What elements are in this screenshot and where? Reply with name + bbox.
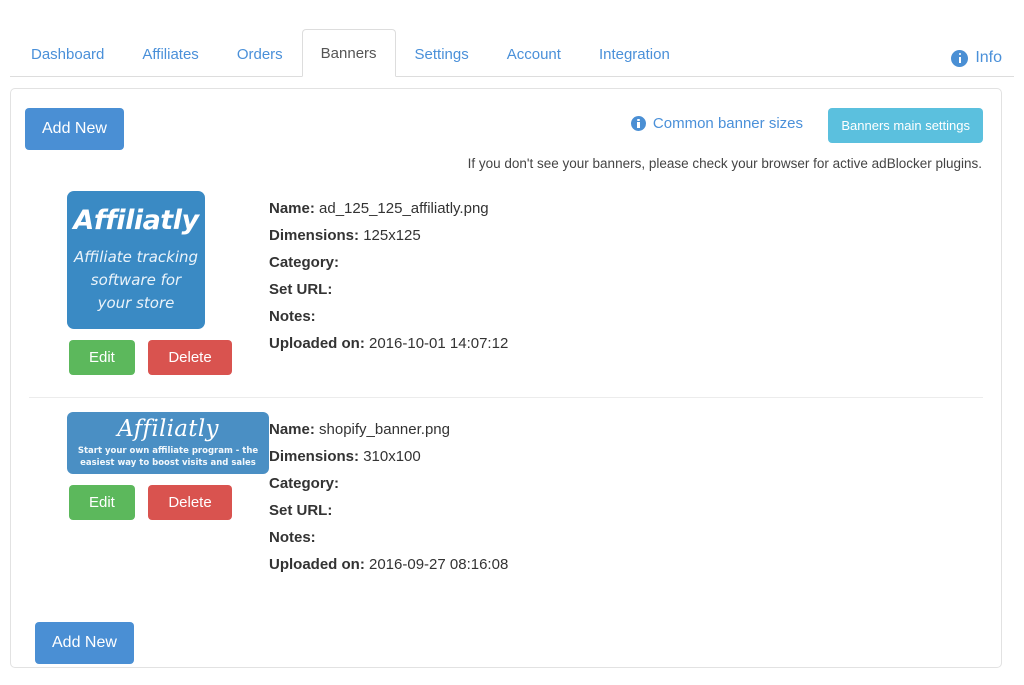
field-notes: Notes: — [269, 303, 508, 330]
common-banner-sizes-link[interactable]: Common banner sizes — [630, 115, 803, 132]
banner-row: Affiliatly Start your own affiliate prog… — [29, 397, 983, 600]
tab-banners[interactable]: Banners — [301, 29, 396, 77]
banner-tagline-line1: Affiliate tracking — [73, 248, 199, 266]
tab-list: Dashboard Affiliates Orders Banners Sett… — [12, 0, 689, 77]
banner-details: Name: shopify_banner.png Dimensions: 310… — [269, 412, 508, 578]
field-name: Name: shopify_banner.png — [269, 416, 508, 443]
field-notes: Notes: — [269, 524, 508, 551]
info-link-group[interactable]: Info — [951, 49, 1002, 67]
field-uploaded-on-label: Uploaded on: — [269, 556, 365, 573]
banner-logo-text: Affiliatly — [73, 205, 199, 236]
field-uploaded-on-label: Uploaded on: — [269, 335, 365, 352]
tab-affiliates[interactable]: Affiliates — [123, 34, 217, 77]
field-dimensions-label: Dimensions: — [269, 227, 360, 244]
banners-main-settings-button[interactable]: Banners main settings — [828, 108, 983, 143]
field-set-url: Set URL: — [269, 276, 508, 303]
tab-integration[interactable]: Integration — [580, 34, 689, 77]
banner-list: Affiliatly Affiliate tracking software f… — [11, 177, 1001, 600]
field-category-label: Category: — [269, 475, 340, 492]
banner-preview-cell: Affiliatly Affiliate tracking software f… — [29, 191, 269, 375]
field-dimensions-value: 125x125 — [363, 227, 421, 244]
field-dimensions-value: 310x100 — [363, 448, 421, 465]
banner-tagline-line3: your store — [97, 294, 175, 312]
banner-details: Name: ad_125_125_affiliatly.png Dimensio… — [269, 191, 508, 357]
banner-logo-text: Affiliatly — [117, 416, 219, 442]
tab-account[interactable]: Account — [488, 34, 580, 77]
field-uploaded-on: Uploaded on: 2016-10-01 14:07:12 — [269, 330, 508, 357]
field-category: Category: — [269, 249, 508, 276]
edit-button[interactable]: Edit — [69, 485, 135, 520]
banners-panel: Add New Common banner sizes Banners main… — [10, 88, 1002, 668]
field-name-label: Name: — [269, 421, 315, 438]
tab-settings[interactable]: Settings — [396, 34, 488, 77]
field-category: Category: — [269, 470, 508, 497]
banners-footer: Add New — [11, 600, 1001, 664]
info-link-label[interactable]: Info — [975, 49, 1002, 67]
info-circle-icon — [951, 49, 969, 67]
field-dimensions: Dimensions: 125x125 — [269, 222, 508, 249]
field-category-label: Category: — [269, 254, 340, 271]
field-uploaded-on: Uploaded on: 2016-09-27 08:16:08 — [269, 551, 508, 578]
banner-actions: Edit Delete — [67, 340, 269, 375]
field-dimensions-label: Dimensions: — [269, 448, 360, 465]
banner-row: Affiliatly Affiliate tracking software f… — [29, 177, 983, 397]
field-set-url-label: Set URL: — [269, 281, 333, 298]
field-set-url-label: Set URL: — [269, 502, 333, 519]
add-new-button-top[interactable]: Add New — [25, 108, 124, 150]
main-tab-bar: Dashboard Affiliates Orders Banners Sett… — [0, 0, 1024, 77]
field-name-value: shopify_banner.png — [319, 421, 450, 438]
adblock-warning-text: If you don't see your banners, please ch… — [467, 156, 982, 171]
field-notes-label: Notes: — [269, 529, 316, 546]
banner-preview-cell: Affiliatly Start your own affiliate prog… — [29, 412, 269, 520]
delete-button[interactable]: Delete — [148, 340, 232, 375]
field-notes-label: Notes: — [269, 308, 316, 325]
field-name: Name: ad_125_125_affiliatly.png — [269, 195, 508, 222]
banner-image-310x100: Affiliatly Start your own affiliate prog… — [67, 412, 269, 474]
tab-orders[interactable]: Orders — [218, 34, 302, 77]
field-uploaded-on-value: 2016-09-27 08:16:08 — [369, 556, 509, 573]
delete-button[interactable]: Delete — [148, 485, 232, 520]
banner-image-125x125: Affiliatly Affiliate tracking software f… — [67, 191, 205, 329]
banner-tagline-line2: software for — [90, 271, 182, 289]
banner-tagline-line2: easiest way to boost visits and sales — [80, 458, 256, 468]
field-name-label: Name: — [269, 200, 315, 217]
tab-dashboard[interactable]: Dashboard — [12, 34, 123, 77]
banner-tagline: Affiliate tracking software for your sto… — [74, 246, 198, 315]
common-banner-sizes-label[interactable]: Common banner sizes — [653, 115, 803, 132]
field-set-url: Set URL: — [269, 497, 508, 524]
banner-tagline-line1: Start your own affiliate program - the — [77, 446, 259, 456]
banner-tagline: Start your own affiliate program - the e… — [78, 445, 258, 469]
info-circle-icon — [630, 116, 646, 131]
add-new-button-bottom[interactable]: Add New — [35, 622, 134, 664]
banners-toolbar: Add New Common banner sizes Banners main… — [11, 89, 1001, 177]
edit-button[interactable]: Edit — [69, 340, 135, 375]
banner-actions: Edit Delete — [67, 485, 269, 520]
field-dimensions: Dimensions: 310x100 — [269, 443, 508, 470]
field-uploaded-on-value: 2016-10-01 14:07:12 — [369, 335, 509, 352]
field-name-value: ad_125_125_affiliatly.png — [319, 200, 489, 217]
